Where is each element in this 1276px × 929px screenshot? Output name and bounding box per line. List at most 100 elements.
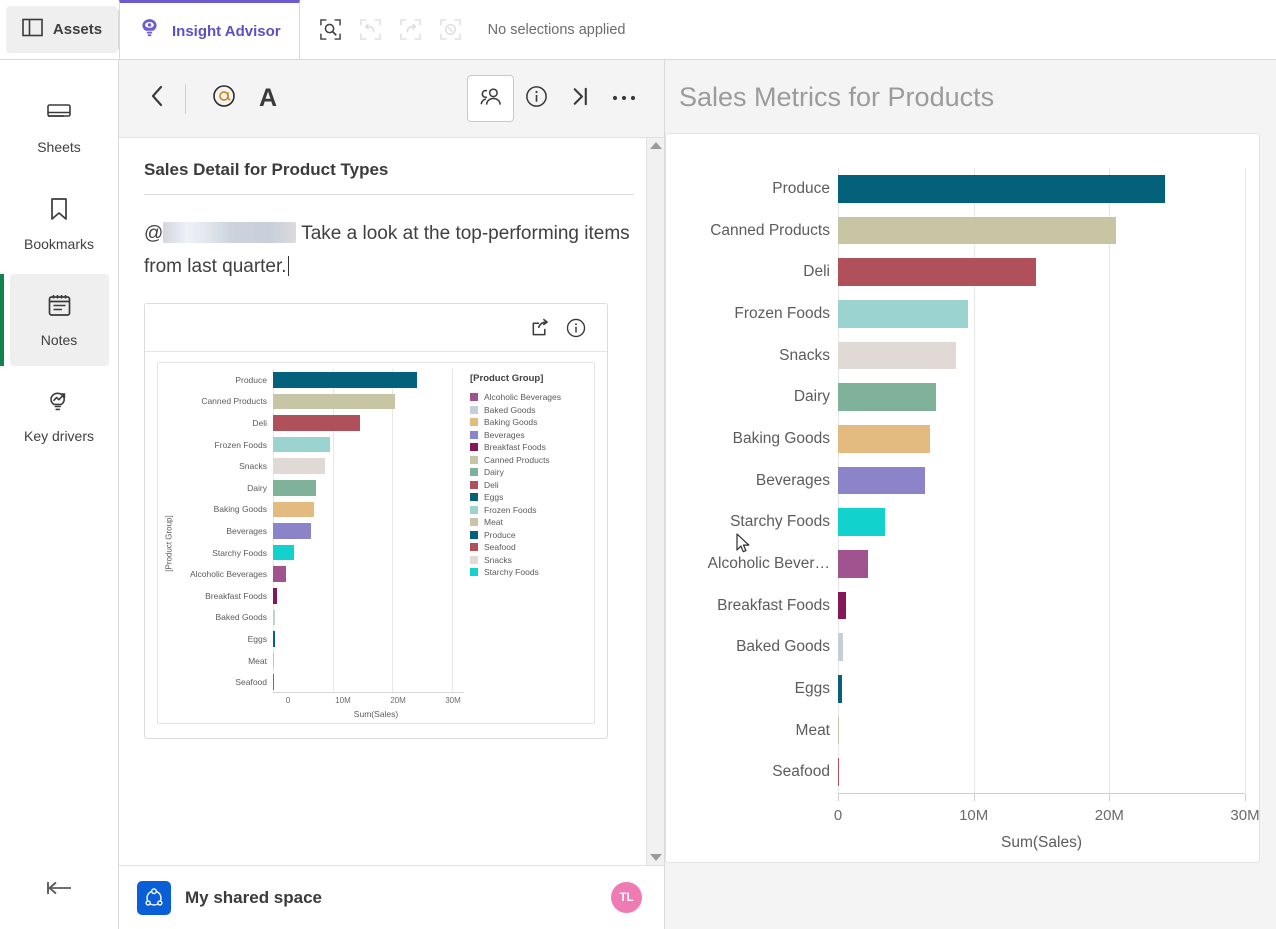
legend-item[interactable]: Breakfast Foods <box>470 442 588 452</box>
collapse-panel-button[interactable] <box>558 77 602 121</box>
collaborators-button[interactable] <box>467 75 514 122</box>
legend-label: Meat <box>484 517 503 527</box>
mini-chart-category-label: Dairy <box>247 482 267 493</box>
legend-swatch <box>470 493 478 501</box>
chart-bar-row[interactable]: Dairy <box>666 376 1246 419</box>
embedded-chart-card[interactable]: [Product Group] Produce Canned Products De… <box>144 303 608 739</box>
chart-bar[interactable] <box>838 550 868 578</box>
chart-bar-row[interactable]: Baked Goods <box>666 626 1246 669</box>
chart-bar[interactable] <box>838 341 957 370</box>
mini-chart-gridline <box>452 649 454 672</box>
legend-item[interactable]: Frozen Foods <box>470 505 588 515</box>
chart-bar[interactable] <box>838 758 839 787</box>
chart-bar-row[interactable]: Snacks <box>666 334 1246 377</box>
chart-bar-row[interactable]: Breakfast Foods <box>666 584 1246 627</box>
note-body[interactable]: @ Take a look at the top-performing item… <box>144 199 634 283</box>
note-back-button[interactable] <box>137 84 177 113</box>
chart-bar-row[interactable]: Canned Products <box>666 209 1246 252</box>
chart-bar-row[interactable]: Alcoholic Bever… <box>666 543 1246 585</box>
mini-chart-gridline <box>392 671 394 693</box>
mini-chart-bar <box>273 415 361 431</box>
legend-item[interactable]: Canned Products <box>470 455 588 465</box>
note-embedded-chart[interactable]: [Product Group] Produce Canned Products De… <box>157 362 595 724</box>
legend-item[interactable]: Meat <box>470 517 588 527</box>
chart-bar[interactable] <box>838 425 931 453</box>
chart-bar-row[interactable]: Eggs <box>666 668 1246 710</box>
legend-item[interactable]: Deli <box>470 480 588 490</box>
legend-label: Deli <box>484 479 499 490</box>
mini-chart-category-label: Frozen Foods <box>214 439 267 450</box>
mini-chart-bar-row: Baked Goods <box>177 606 464 629</box>
chart-bar[interactable] <box>838 466 925 495</box>
more-options-button[interactable] <box>602 77 646 121</box>
legend-item[interactable]: Dairy <box>470 467 588 477</box>
chart-bar[interactable] <box>838 675 843 703</box>
legend-label: Eggs <box>484 492 504 502</box>
chart-bar-row[interactable]: Baking Goods <box>666 418 1246 460</box>
chart-bar-row[interactable]: Frozen Foods <box>666 293 1246 335</box>
legend-item[interactable]: Seafood <box>470 542 588 552</box>
space-icon[interactable] <box>137 880 171 915</box>
scroll-down-arrow[interactable] <box>649 854 662 861</box>
main-chart[interactable]: Produce Canned Products Deli Frozen Foods Sn… <box>666 156 1260 852</box>
chart-bar[interactable] <box>838 216 1117 245</box>
sidebar-item-bookmarks[interactable]: Bookmarks <box>10 178 109 270</box>
mini-chart-bar-row: Canned Products <box>177 390 464 413</box>
sidebar-collapse-button[interactable] <box>0 851 119 929</box>
chart-bar-row[interactable]: Meat <box>666 709 1246 752</box>
legend-swatch <box>470 430 478 439</box>
chart-bar[interactable] <box>838 633 843 662</box>
assets-button[interactable]: Assets <box>6 6 118 53</box>
space-name-label: My shared space <box>185 887 323 907</box>
sidebar-item-sheets[interactable]: Sheets <box>10 82 109 174</box>
note-info-button[interactable] <box>514 77 558 121</box>
legend-item[interactable]: Baked Goods <box>470 405 588 415</box>
chart-bar-row[interactable]: Deli <box>666 251 1246 294</box>
mention-chip-redacted[interactable] <box>163 222 297 244</box>
selection-search-icon[interactable] <box>314 13 348 47</box>
chart-category-label: Canned Products <box>710 221 830 239</box>
info-circle-icon[interactable] <box>565 317 587 339</box>
info-circle-icon <box>524 84 549 114</box>
legend-item[interactable]: Produce <box>470 530 588 540</box>
chart-bar-row[interactable]: Produce <box>666 168 1246 210</box>
chart-gridline <box>1109 376 1111 419</box>
chart-bar[interactable] <box>838 258 1037 287</box>
sidebar-item-notes[interactable]: Notes <box>0 274 109 366</box>
chart-gridline <box>973 709 975 752</box>
notes-scrollbar[interactable] <box>646 138 664 865</box>
legend-item[interactable]: Snacks <box>470 555 588 565</box>
mention-button[interactable] <box>202 77 246 121</box>
share-export-icon[interactable] <box>530 317 551 338</box>
legend-swatch <box>470 443 478 451</box>
sidebar-item-key-drivers[interactable]: Key drivers <box>10 370 109 462</box>
chart-gridline <box>1245 251 1246 294</box>
mini-chart-bar-row: Snacks <box>177 455 464 477</box>
legend-item[interactable]: Eggs <box>470 492 588 502</box>
tab-insight-advisor[interactable]: Insight Advisor <box>119 0 300 59</box>
main-chart-card[interactable]: Produce Canned Products Deli Frozen Foods Sn… <box>665 133 1260 863</box>
legend-item[interactable]: Beverages <box>470 430 588 440</box>
text-format-button[interactable]: A <box>246 77 290 121</box>
sidebar-item-label: Bookmarks <box>23 235 95 252</box>
chart-bar-row[interactable]: Starchy Foods <box>666 501 1246 544</box>
chart-bar-row[interactable]: Seafood <box>666 751 1246 794</box>
mini-chart-gridline <box>332 671 334 693</box>
mini-chart-bar <box>273 566 287 582</box>
chart-bar[interactable] <box>838 508 886 537</box>
mini-chart-gridline <box>452 455 454 477</box>
scroll-up-arrow[interactable] <box>649 142 662 149</box>
avatar[interactable]: TL <box>611 882 642 913</box>
chart-bar-row[interactable]: Beverages <box>666 459 1246 502</box>
chart-bar[interactable] <box>838 175 1165 203</box>
legend-item[interactable]: Baking Goods <box>470 417 588 427</box>
legend-item[interactable]: Alcoholic Beverages <box>470 392 588 402</box>
chart-gridline <box>1109 751 1111 794</box>
legend-item[interactable]: Starchy Foods <box>470 567 588 577</box>
chart-bar[interactable] <box>838 716 839 745</box>
chart-gridline <box>973 626 975 669</box>
chart-bar[interactable] <box>838 300 969 328</box>
chart-bar[interactable] <box>838 591 847 620</box>
chart-gridline <box>1245 334 1246 377</box>
chart-bar[interactable] <box>838 383 936 412</box>
